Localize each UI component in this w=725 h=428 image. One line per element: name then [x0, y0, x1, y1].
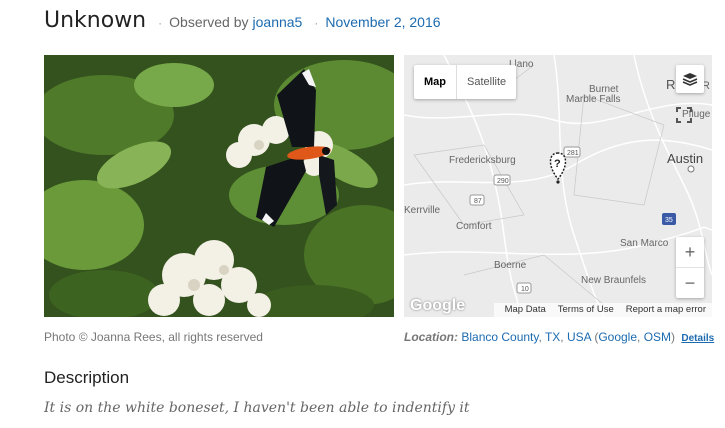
svg-text:Boerne: Boerne — [494, 260, 527, 271]
svg-text:New Braunfels: New Braunfels — [581, 275, 646, 286]
svg-text:R: R — [666, 77, 675, 92]
osm-link[interactable]: OSM — [644, 330, 671, 344]
svg-text:35: 35 — [665, 217, 673, 224]
svg-text:281: 281 — [567, 150, 579, 157]
map-type-toggle: Map Satellite — [414, 65, 517, 99]
svg-text:Austin: Austin — [667, 151, 703, 166]
location-map[interactable]: Llano Burnet Marble Falls R R Pfluge Aus… — [404, 55, 712, 317]
observation-header: Unknown · Observed by joanna5 · November… — [44, 8, 441, 38]
location-county-link[interactable]: Blanco County — [461, 330, 538, 344]
map-footer: Map Data Terms of Use Report a map error — [404, 301, 712, 317]
fullscreen-icon[interactable] — [676, 107, 692, 123]
observed-by-label: Observed by — [169, 14, 249, 30]
observer-link[interactable]: joanna5 — [253, 14, 303, 30]
observation-date-link[interactable]: November 2, 2016 — [325, 14, 440, 30]
map-type-satellite-button[interactable]: Satellite — [457, 65, 516, 99]
map-data-link[interactable]: Map Data — [505, 304, 546, 315]
separator-dot: · — [158, 16, 163, 30]
svg-text:290: 290 — [497, 178, 509, 185]
observation-title: Unknown — [44, 8, 147, 33]
svg-text:?: ? — [554, 158, 561, 170]
svg-text:Fredericksburg: Fredericksburg — [449, 155, 516, 166]
layers-button[interactable] — [676, 65, 704, 93]
butterfly-photo-image — [44, 55, 394, 317]
layers-icon — [682, 73, 698, 86]
svg-text:Comfort: Comfort — [456, 221, 492, 232]
description-text: It is on the white boneset, I haven't be… — [44, 400, 470, 416]
location-line: Location: Blanco County, TX, USA (Google… — [404, 330, 715, 344]
location-state-link[interactable]: TX — [545, 330, 560, 344]
svg-text:10: 10 — [521, 286, 529, 293]
description-heading: Description — [44, 368, 130, 387]
zoom-out-button[interactable]: − — [676, 268, 704, 298]
map-type-map-button[interactable]: Map — [414, 65, 457, 99]
zoom-control: + − — [676, 237, 704, 298]
zoom-in-button[interactable]: + — [676, 237, 704, 267]
report-map-error-link[interactable]: Report a map error — [626, 304, 706, 315]
photo-credit: Photo © Joanna Rees, all rights reserved — [44, 330, 263, 344]
location-label: Location: — [404, 330, 458, 344]
svg-text:87: 87 — [474, 198, 482, 205]
location-details-link[interactable]: Details — [681, 333, 714, 344]
google-maps-link[interactable]: Google — [598, 330, 637, 344]
svg-text:San Marco: San Marco — [620, 238, 669, 249]
observation-photo[interactable] — [44, 55, 394, 317]
location-country-link[interactable]: USA — [567, 330, 591, 344]
separator-dot: · — [314, 16, 319, 30]
terms-of-use-link[interactable]: Terms of Use — [558, 304, 614, 315]
svg-text:Kerrville: Kerrville — [404, 205, 441, 216]
svg-text:Marble Falls: Marble Falls — [566, 94, 620, 105]
